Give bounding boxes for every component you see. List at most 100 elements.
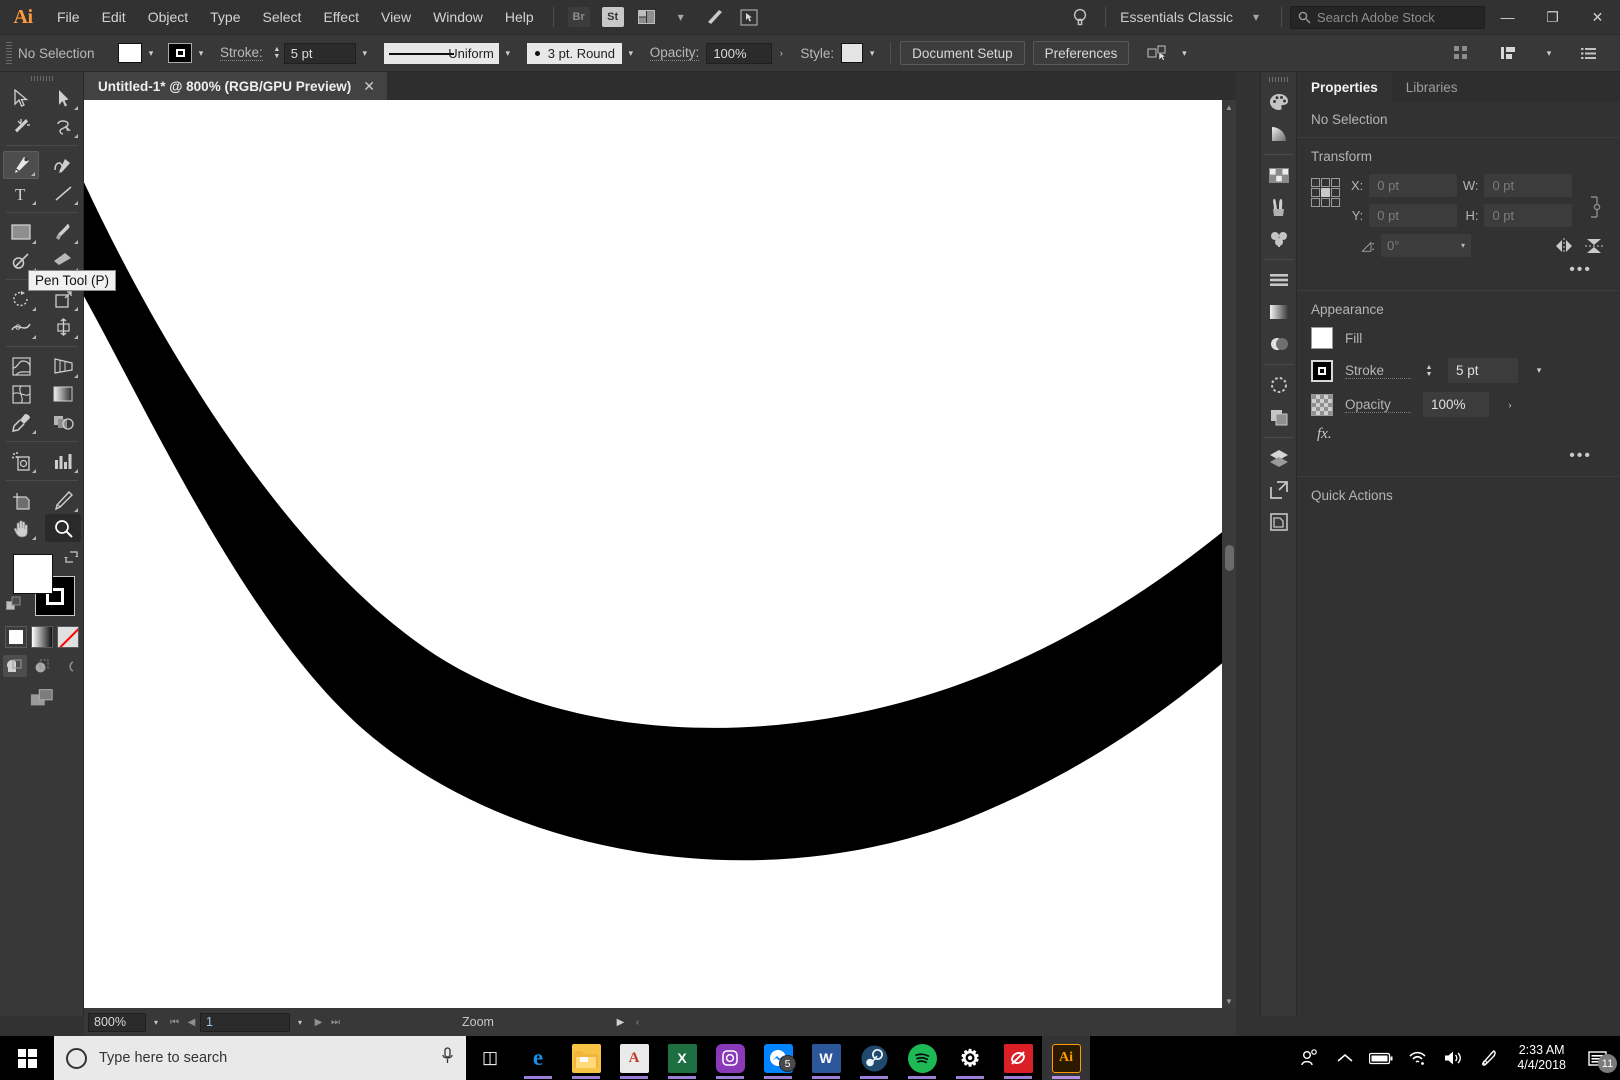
transparency-panel-icon[interactable] (1261, 328, 1297, 360)
artboards-panel-icon[interactable] (1261, 506, 1297, 538)
stroke-weight-chevron-down-icon[interactable]: ▾ (356, 43, 374, 63)
color-mode-button[interactable] (4, 626, 27, 648)
blend-tool[interactable] (45, 408, 81, 436)
symbols-panel-icon[interactable] (1261, 223, 1297, 255)
fill-chevron-down-icon[interactable]: ▾ (142, 43, 160, 63)
first-artboard-button[interactable]: ⏮ (166, 1013, 183, 1032)
scroll-up-icon[interactable]: ▲ (1222, 100, 1236, 114)
taskbar-app-spotify[interactable] (898, 1036, 946, 1080)
stroke-label[interactable]: Stroke: (220, 45, 263, 61)
artboard-number-input[interactable]: 1 (200, 1012, 290, 1032)
appearance-stroke-input[interactable]: 5 pt (1448, 358, 1518, 383)
draw-normal-button[interactable] (2, 655, 27, 677)
arrange-chevron-down-icon[interactable]: ▾ (666, 5, 696, 29)
menu-type[interactable]: Type (199, 0, 251, 35)
microphone-icon[interactable] (441, 1047, 454, 1069)
artboard-tool[interactable] (3, 486, 39, 514)
window-minimize-button[interactable]: — (1485, 0, 1530, 35)
menu-file[interactable]: File (46, 0, 91, 35)
style-chevron-down-icon[interactable]: ▾ (863, 43, 881, 63)
fill-color-proxy[interactable] (13, 554, 53, 594)
volume-icon[interactable] (1435, 1036, 1471, 1080)
add-effect-button[interactable]: fx. (1311, 426, 1606, 443)
taskbar-app-task-view[interactable]: ◫ (466, 1036, 514, 1080)
align-grid-icon[interactable] (1446, 41, 1476, 65)
workspace-chevron-down-icon[interactable]: ▾ (1241, 5, 1271, 29)
stroke-weight-input[interactable]: 5 pt (283, 42, 356, 64)
stroke-profile-select[interactable]: Uniform (383, 42, 499, 64)
reference-point-selector[interactable] (1311, 178, 1341, 208)
flip-vertical-icon[interactable] (1582, 235, 1606, 257)
document-tab[interactable]: Untitled-1* @ 800% (RGB/GPU Preview) ✕ (84, 72, 387, 100)
eyedropper-tool[interactable] (3, 408, 39, 436)
stroke-weight-stepper[interactable]: ▲ ▼ (271, 46, 283, 60)
appearance-fill-swatch[interactable] (1311, 327, 1333, 349)
menu-effect[interactable]: Effect (312, 0, 370, 35)
angle-input[interactable]: 0° ▾ (1381, 234, 1471, 257)
taskbar-app-adobe-illustrator[interactable]: Ai (1042, 1036, 1090, 1080)
window-restore-button[interactable]: ❐ (1530, 0, 1575, 35)
status-collapse-button[interactable]: ‹ (629, 1013, 646, 1032)
appearance-stroke-swatch[interactable] (1311, 359, 1333, 382)
appearance-opacity-label[interactable]: Opacity (1345, 397, 1411, 413)
artboard-chevron-down-icon[interactable]: ▾ (290, 1013, 310, 1032)
swap-fill-stroke-icon[interactable] (64, 550, 79, 567)
menu-edit[interactable]: Edit (91, 0, 137, 35)
scrollbar-thumb[interactable] (1225, 545, 1234, 571)
menu-select[interactable]: Select (252, 0, 313, 35)
people-icon[interactable] (1291, 1036, 1327, 1080)
document-setup-button[interactable]: Document Setup (900, 41, 1025, 65)
appearance-stroke-chevron-down-icon[interactable]: ▾ (1530, 361, 1548, 381)
panel-options-menu-icon[interactable] (1574, 41, 1604, 65)
fill-swatch[interactable] (118, 43, 142, 63)
graphic-style-swatch[interactable] (841, 43, 864, 63)
swatches-panel-icon[interactable] (1261, 159, 1297, 191)
taskbar-app-instagram[interactable] (706, 1036, 754, 1080)
magic-wand-tool[interactable] (3, 112, 39, 140)
constrain-proportions-icon[interactable] (1582, 196, 1606, 218)
taskbar-app-facebook-messenger[interactable]: 5 (754, 1036, 802, 1080)
draw-inside-button[interactable] (57, 655, 81, 677)
adobe-experience-icon[interactable] (700, 5, 730, 29)
brush-chevron-down-icon[interactable]: ▾ (622, 43, 640, 63)
opacity-label[interactable]: Opacity: (649, 45, 700, 61)
pen-workspace-icon[interactable] (1471, 1036, 1507, 1080)
menu-view[interactable]: View (370, 0, 422, 35)
opacity-input[interactable]: 100% (706, 42, 773, 64)
taskbar-app-steam[interactable] (850, 1036, 898, 1080)
dock-grip[interactable] (1261, 72, 1296, 86)
column-graph-tool[interactable] (45, 447, 81, 475)
width-tool[interactable] (3, 313, 39, 341)
align-panel-icon[interactable] (1494, 41, 1524, 65)
menu-object[interactable]: Object (137, 0, 199, 35)
appearance-stroke-label[interactable]: Stroke (1345, 363, 1411, 379)
appearance-opacity-expand-icon[interactable]: › (1501, 395, 1519, 415)
profile-chevron-down-icon[interactable]: ▾ (499, 43, 517, 63)
transform-more-options[interactable]: ••• (1311, 257, 1606, 279)
menu-help[interactable]: Help (494, 0, 545, 35)
taskbar-app-adobe-acrobat[interactable]: A (610, 1036, 658, 1080)
pathfinder-panel-icon[interactable] (1261, 401, 1297, 433)
search-help-lightbulb-icon[interactable] (1065, 5, 1095, 29)
draw-behind-button[interactable] (30, 655, 54, 677)
gradient-tool[interactable] (45, 380, 81, 408)
y-input[interactable]: 0 pt (1369, 204, 1457, 227)
free-transform-tool[interactable] (45, 313, 81, 341)
curvature-tool[interactable] (45, 151, 81, 179)
lasso-tool[interactable] (45, 112, 81, 140)
layers-panel-icon[interactable] (1261, 442, 1297, 474)
opacity-expand-icon[interactable]: › (772, 43, 790, 63)
touch-workspace-icon[interactable] (734, 5, 764, 29)
arrange-documents-icon[interactable] (632, 5, 662, 29)
bridge-icon[interactable]: Br (564, 5, 594, 29)
flip-horizontal-icon[interactable] (1552, 235, 1576, 257)
taskbar-app-adobe-creative-cloud[interactable] (994, 1036, 1042, 1080)
slice-tool[interactable] (45, 486, 81, 514)
start-button[interactable] (0, 1036, 54, 1080)
taskbar-clock[interactable]: 2:33 AM 4/4/2018 (1507, 1043, 1576, 1073)
shape-builder-tool[interactable] (3, 352, 39, 380)
workspace-switcher[interactable]: Essentials Classic (1114, 9, 1239, 25)
gradient-mode-button[interactable] (30, 626, 53, 648)
previous-artboard-button[interactable]: ◀ (183, 1013, 200, 1032)
align-panel-icon[interactable] (1261, 264, 1297, 296)
